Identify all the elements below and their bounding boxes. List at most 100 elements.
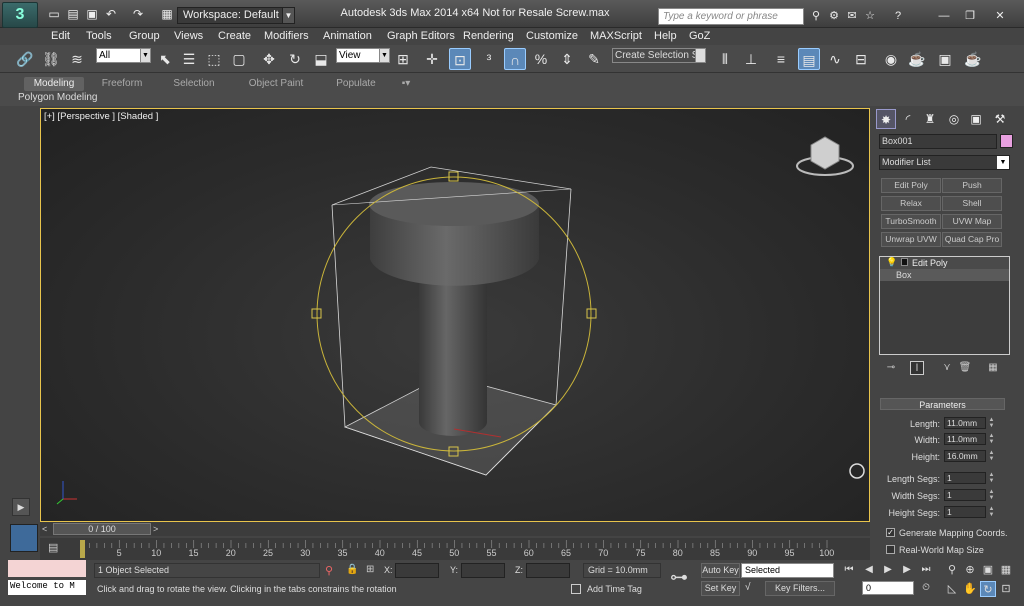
workspace-dropdown[interactable]: Workspace: Default ▼ (177, 7, 295, 24)
param-width-input[interactable]: 11.0mm (944, 433, 986, 445)
reference-coord-dropdown[interactable]: View ▼ (336, 48, 390, 63)
project-folder-icon[interactable]: ▦ (160, 7, 174, 21)
object-color-swatch[interactable] (1000, 134, 1013, 148)
help-search-input[interactable]: Type a keyword or phrase (658, 8, 804, 25)
zoom-extents-icon[interactable]: ▣ (980, 562, 996, 578)
select-manipulate-icon[interactable]: ✛ (421, 48, 443, 70)
tab-populate[interactable]: Populate (328, 77, 384, 91)
rendered-frame-icon[interactable]: ▣ (934, 48, 956, 70)
y-coord-input[interactable] (461, 563, 505, 578)
render-setup-icon[interactable]: ☕ (906, 48, 928, 70)
slider-next-icon[interactable]: > (153, 524, 158, 534)
param-length-input[interactable]: 11.0mm (944, 417, 986, 429)
maxscript-listener-icon[interactable] (10, 524, 38, 552)
menu-animation[interactable]: Animation (323, 30, 372, 42)
generate-mapping-checkbox[interactable]: ✓ (886, 528, 895, 537)
param-height-segs-input[interactable]: 1 (944, 506, 986, 518)
spinner-icon[interactable]: ▲ ▼ (988, 472, 995, 484)
stack-item-box[interactable]: Box (880, 269, 1009, 281)
menu-create[interactable]: Create (218, 30, 251, 42)
add-time-tag[interactable]: Add Time Tag (583, 583, 661, 598)
track-view-icon[interactable]: ▤ (48, 541, 58, 554)
remove-modifier-icon[interactable]: 🗑 (958, 361, 972, 375)
key-filters-button[interactable]: Key Filters... (765, 581, 835, 596)
select-by-name-icon[interactable]: ☰ (178, 48, 200, 70)
modifier-button[interactable]: Relax (881, 196, 941, 211)
selection-filter-dropdown[interactable]: All ▼ (96, 48, 151, 63)
slider-prev-icon[interactable]: < (42, 524, 47, 534)
align-icon[interactable]: ⊥ (740, 48, 762, 70)
lock-icon[interactable]: 🔒 (346, 564, 358, 575)
help-icon[interactable]: ? (890, 8, 906, 24)
menu-customize[interactable]: Customize (526, 30, 578, 42)
key-mode-icon[interactable]: √ (745, 582, 751, 593)
schematic-view-icon[interactable]: ⊟ (850, 48, 872, 70)
modifier-button[interactable]: Unwrap UVW (881, 232, 941, 247)
snaps-toggle-icon[interactable]: ³ (478, 48, 500, 70)
subscription-icon[interactable]: ⚙ (826, 8, 842, 24)
ribbon-options-icon[interactable]: ▪▾ (398, 77, 414, 91)
viewport-label[interactable]: [+] [Perspective ] [Shaded ] (44, 111, 158, 122)
app-menu-icon[interactable]: 3 (2, 2, 38, 28)
scale-icon[interactable]: ⬓ (310, 48, 332, 70)
menu-goz[interactable]: GoZ (689, 30, 710, 42)
angle-snap-icon[interactable]: ∩ (504, 48, 526, 70)
spinner-icon[interactable]: ▲ ▼ (988, 433, 995, 445)
isolate-icon[interactable]: ⚲ (325, 564, 333, 577)
favorites-icon[interactable]: ☆ (862, 8, 878, 24)
layer-manager-icon[interactable]: ≡ (770, 48, 792, 70)
binoculars-icon[interactable]: ⚲ (808, 8, 824, 24)
mini-play-icon[interactable]: ▶ (12, 498, 30, 516)
configure-sets-icon[interactable]: ▦ (986, 361, 1000, 375)
menu-modifiers[interactable]: Modifiers (264, 30, 309, 42)
hierarchy-tab-icon[interactable]: ♜ (920, 109, 940, 129)
panel-polygon-modeling[interactable]: Polygon Modeling (18, 92, 98, 103)
undo-icon[interactable]: ↶ (104, 7, 118, 21)
show-end-result-icon[interactable]: Ⅰ (910, 361, 924, 375)
graphite-toggle-icon[interactable]: ▤ (798, 48, 820, 70)
menu-maxscript[interactable]: MAXScript (590, 30, 642, 42)
select-object-icon[interactable]: ⬉ (154, 48, 176, 70)
modifier-button[interactable]: Quad Cap Pro (942, 232, 1002, 247)
menu-rendering[interactable]: Rendering (463, 30, 514, 42)
percent-snap-icon[interactable]: % (530, 48, 552, 70)
maximize-viewport-icon[interactable]: ⊡ (998, 581, 1014, 597)
spinner-snap-icon[interactable]: ⇕ (556, 48, 578, 70)
expand-icon[interactable] (901, 258, 908, 266)
orbit-icon[interactable]: ↻ (980, 581, 996, 597)
rect-selection-icon[interactable]: ⬚ (203, 48, 225, 70)
modifier-button[interactable]: Edit Poly (881, 178, 941, 193)
tab-freeform[interactable]: Freeform (94, 77, 150, 91)
menu-edit[interactable]: Edit (51, 30, 70, 42)
auto-key-button[interactable]: Auto Key (701, 563, 740, 578)
gizmo-handle-top[interactable] (448, 171, 459, 182)
open-file-icon[interactable]: ▤ (66, 7, 80, 21)
spinner-icon[interactable]: ▲ ▼ (988, 417, 995, 429)
x-coord-input[interactable] (395, 563, 439, 578)
spinner-icon[interactable]: ▲ ▼ (988, 489, 995, 501)
new-file-icon[interactable]: ▭ (47, 7, 61, 21)
spinner-icon[interactable]: ▲ ▼ (988, 506, 995, 518)
gizmo-handle-left[interactable] (311, 308, 322, 319)
go-to-start-icon[interactable]: ⏮ (841, 563, 857, 577)
maximize-icon[interactable]: ❐ (962, 8, 978, 24)
minimize-icon[interactable]: — (936, 8, 952, 24)
set-key-icon[interactable]: ⊶ (670, 567, 688, 588)
modify-tab-icon[interactable]: ◜ (898, 109, 918, 129)
previous-frame-icon[interactable]: ◀ (861, 563, 877, 577)
modifier-button[interactable]: Shell (942, 196, 1002, 211)
save-icon[interactable]: ▣ (85, 7, 99, 21)
motion-tab-icon[interactable]: ◎ (944, 109, 964, 129)
display-tab-icon[interactable]: ▣ (966, 109, 986, 129)
selection-set-dropdown[interactable]: Create Selection Se ▼ (612, 48, 706, 63)
modifier-button[interactable]: Push (942, 178, 1002, 193)
create-tab-icon[interactable]: ✸ (876, 109, 896, 129)
real-world-map-checkbox[interactable] (886, 545, 895, 554)
edit-named-sets-icon[interactable]: ✎ (583, 48, 605, 70)
maxscript-output[interactable]: Welcome to M (8, 580, 86, 595)
tab-modeling[interactable]: Modeling (24, 77, 84, 91)
param-height-input[interactable]: 16.0mm (944, 450, 986, 462)
utilities-tab-icon[interactable]: ⚒ (990, 109, 1010, 129)
time-slider-thumb[interactable]: 0 / 100 (53, 523, 151, 535)
parameters-rollout-header[interactable]: Parameters (880, 398, 1005, 410)
